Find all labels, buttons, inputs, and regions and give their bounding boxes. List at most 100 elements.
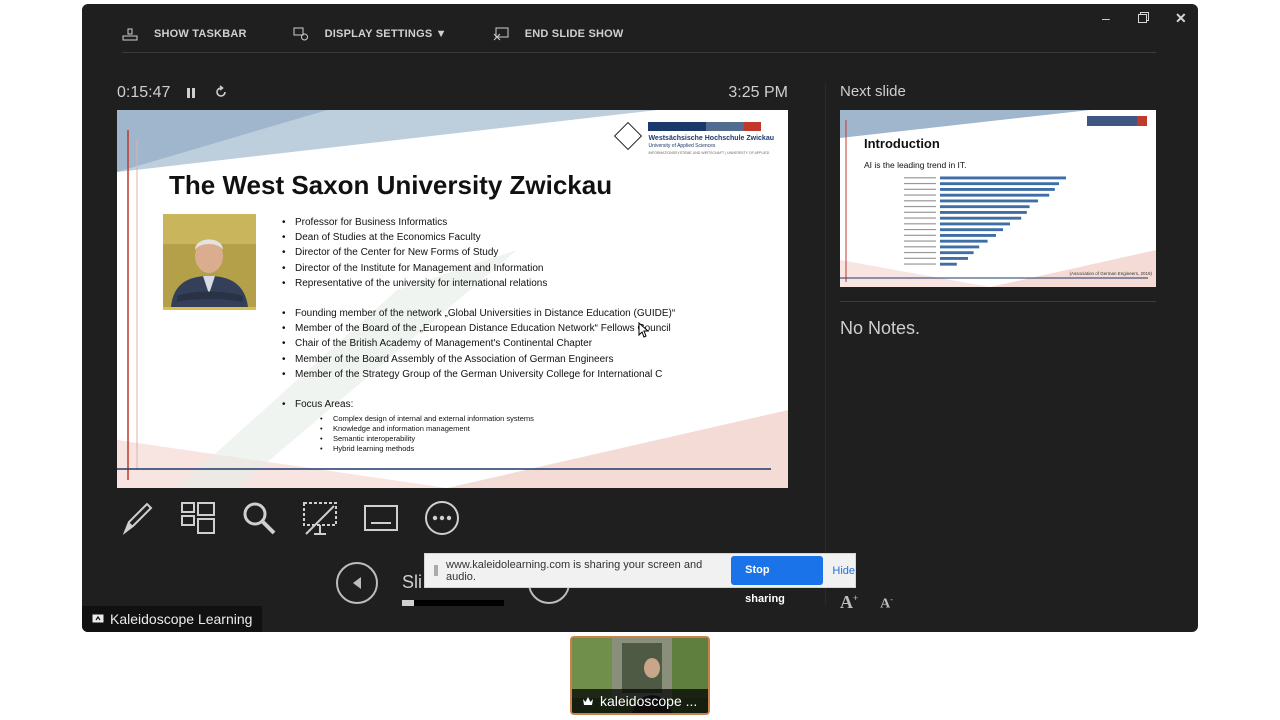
- next-slide-source: (Association of German Engineers, 2019): [1069, 271, 1152, 276]
- list-item: Complex design of internal and external …: [320, 414, 675, 424]
- decrease-font-icon[interactable]: A-: [880, 595, 893, 613]
- list-item: Chair of the British Academy of Manageme…: [282, 336, 675, 351]
- restore-icon[interactable]: [1138, 10, 1149, 26]
- mini-chart-bar: [940, 239, 988, 243]
- mini-chart-label: [904, 234, 936, 236]
- slide-progress-fill: [402, 600, 415, 606]
- mini-chart-label: [904, 182, 936, 185]
- mini-chart-label: [904, 200, 936, 202]
- participant-video-tile[interactable]: kaleidoscope ...: [570, 636, 710, 715]
- next-slide-label: Next slide: [840, 83, 906, 100]
- mini-chart-label: [904, 246, 936, 248]
- display-settings-button[interactable]: DISPLAY SETTINGS ▼: [293, 27, 447, 41]
- see-all-slides-icon[interactable]: [178, 498, 218, 538]
- black-screen-icon[interactable]: [300, 498, 340, 538]
- next-slide-thumbnail[interactable]: Introduction AI is the leading trend in …: [840, 110, 1156, 287]
- logo-color-bar: [648, 122, 774, 131]
- zoom-icon[interactable]: [239, 498, 279, 538]
- next-slide-title: Introduction: [864, 136, 940, 151]
- list-item: Founding member of the network „Global U…: [282, 306, 675, 321]
- mini-chart-label: [904, 194, 936, 196]
- pen-tool-icon[interactable]: [117, 498, 157, 538]
- mini-chart-label: [904, 177, 936, 179]
- mini-chart-label: [904, 223, 936, 225]
- more-options-icon[interactable]: [422, 498, 462, 538]
- display-settings-label: DISPLAY SETTINGS ▼: [324, 28, 447, 40]
- mini-chart-bar: [940, 205, 1030, 209]
- mini-chart-bar: [940, 216, 1022, 220]
- close-icon[interactable]: ✕: [1175, 10, 1187, 27]
- list-item: Member of the Board of the „European Dis…: [282, 321, 675, 336]
- mini-chart-bar: [940, 245, 980, 249]
- current-time: 3:25 PM: [728, 84, 788, 101]
- mini-chart-bar: [940, 262, 957, 266]
- show-taskbar-button[interactable]: SHOW TASKBAR: [122, 27, 247, 41]
- list-item: Dean of Studies at the Economics Faculty: [282, 230, 675, 245]
- presenter-tag: Kaleidoscope Learning: [82, 606, 263, 632]
- notes-font-controls: A+ A-: [840, 592, 915, 613]
- mouse-cursor-icon: [638, 322, 650, 338]
- mini-chart-label: [904, 205, 936, 208]
- presenter-toolbar: SHOW TASKBAR DISPLAY SETTINGS ▼ END SLID…: [122, 24, 669, 44]
- university-logo: Westsächsische Hochschule Zwickau Univer…: [614, 121, 774, 156]
- hide-button[interactable]: Hide: [832, 565, 855, 577]
- mini-chart-bar: [940, 199, 1038, 203]
- list-item: Director of the Institute for Management…: [282, 261, 675, 276]
- increase-font-icon[interactable]: A+: [840, 592, 858, 613]
- focus-areas-list: Complex design of internal and external …: [295, 414, 675, 454]
- mini-chart-bar: [940, 228, 1003, 232]
- mini-chart-bar: [940, 251, 974, 255]
- screen-share-banner: www.kaleidolearning.com is sharing your …: [424, 553, 856, 605]
- mini-chart-label: [904, 263, 936, 265]
- end-slideshow-icon: [493, 27, 509, 41]
- slide-progress-bar: [402, 600, 504, 606]
- mini-chart-bar: [940, 257, 968, 260]
- drag-handle-icon[interactable]: [434, 565, 438, 576]
- focus-areas-label: Focus Areas:: [295, 398, 354, 410]
- slide-bullet-list: Professor for Business Informatics Dean …: [282, 215, 675, 454]
- end-slide-show-button[interactable]: END SLIDE SHOW: [493, 27, 624, 41]
- previous-slide-button[interactable]: [336, 562, 378, 604]
- show-taskbar-label: SHOW TASKBAR: [154, 28, 247, 40]
- toolbar-divider: [122, 52, 1156, 53]
- list-item: Knowledge and information management: [320, 424, 675, 434]
- slide-counter: Sli: [402, 572, 423, 592]
- list-item: Professor for Business Informatics: [282, 215, 675, 230]
- minimize-icon[interactable]: –: [1102, 10, 1110, 26]
- slide-title: The West Saxon University Zwickau: [169, 170, 613, 200]
- taskbar-icon: [122, 28, 138, 41]
- stop-sharing-button[interactable]: Stop sharing: [731, 556, 824, 605]
- mini-chart-bar: [940, 188, 1055, 191]
- triangle-left-icon: [353, 577, 361, 589]
- display-settings-icon: [293, 27, 308, 41]
- notes-divider: [840, 301, 1156, 302]
- subtitles-icon[interactable]: [361, 498, 401, 538]
- list-item: Director of the Center for New Forms of …: [282, 245, 675, 260]
- mini-chart-bar: [940, 234, 996, 237]
- mini-chart-label: [904, 228, 936, 231]
- professor-photo: [163, 214, 256, 310]
- pane-divider: [825, 84, 826, 604]
- participant-name-bar: kaleidoscope ...: [572, 689, 708, 713]
- mini-chart-label: [904, 188, 936, 190]
- pause-timer-icon[interactable]: [186, 86, 196, 104]
- list-item: Hybrid learning methods: [320, 444, 675, 454]
- screen-share-icon: [92, 614, 104, 623]
- mini-chart-bar: [940, 222, 1010, 226]
- host-crown-icon: [583, 697, 593, 705]
- current-slide[interactable]: Westsächsische Hochschule Zwickau Univer…: [117, 110, 788, 488]
- mini-chart-label: [904, 240, 936, 242]
- elapsed-timer: 0:15:47: [117, 84, 171, 101]
- share-message: www.kaleidolearning.com is sharing your …: [446, 558, 703, 583]
- next-slide-subtitle: AI is the leading trend in IT.: [864, 160, 967, 170]
- mini-chart-bar: [940, 176, 1066, 180]
- mini-chart-label: [904, 211, 936, 213]
- mini-chart-bar: [940, 182, 1059, 186]
- list-item: Representative of the university for int…: [282, 276, 675, 291]
- logo-line-3: INFORMATIONSSYSTEME UND WIRTSCHAFT | UNI…: [648, 151, 770, 155]
- presenter-name: Kaleidoscope Learning: [110, 611, 253, 627]
- logo-line-1: Westsächsische Hochschule Zwickau: [648, 135, 774, 142]
- speaker-notes: No Notes.: [840, 318, 921, 338]
- list-item: Semantic interoperability: [320, 434, 675, 444]
- restart-timer-icon[interactable]: [214, 85, 228, 104]
